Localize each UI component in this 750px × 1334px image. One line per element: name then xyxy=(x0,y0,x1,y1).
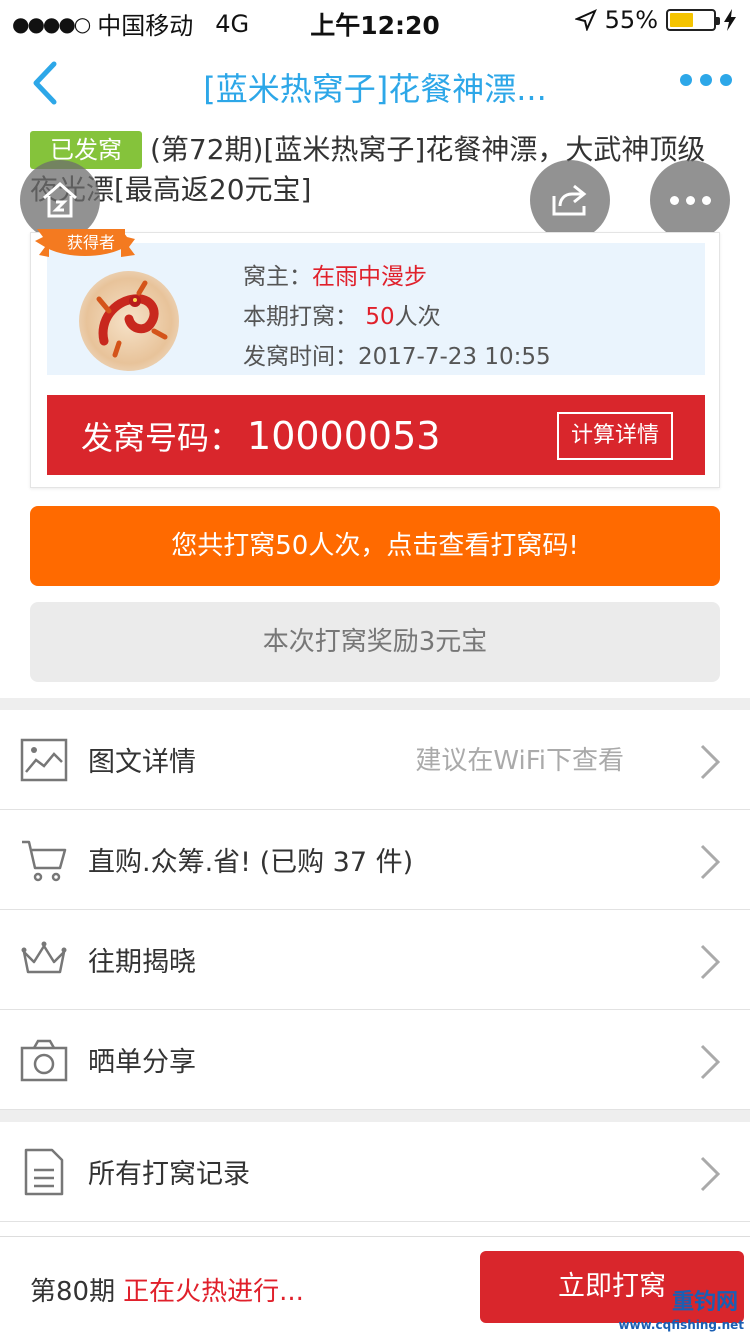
battery-level xyxy=(670,13,694,27)
camera-icon xyxy=(20,1039,68,1082)
period-info: 第80期 正在火热进行... xyxy=(30,1271,304,1308)
list-item-all-records[interactable]: 所有打窝记录 xyxy=(0,1122,750,1222)
count-row: 本期打窝： 50人次 xyxy=(243,297,551,337)
count-unit: 人次 xyxy=(394,304,441,330)
battery-percent: 55% xyxy=(604,6,658,34)
list-item-label: 图文详情 xyxy=(88,747,196,778)
chevron-right-icon xyxy=(700,844,721,880)
reward-button[interactable]: 本次打窝奖励3元宝 xyxy=(30,602,720,682)
code-label: 发窝号码： xyxy=(81,419,242,457)
owner-row: 窝主：在雨中漫步 xyxy=(243,257,551,297)
back-chevron-icon[interactable] xyxy=(24,58,68,108)
count-value: 50 xyxy=(365,304,395,330)
section-divider xyxy=(0,1110,750,1122)
list-item-label: 所有打窝记录 xyxy=(88,1159,250,1190)
ribbon-label: 获得者 xyxy=(66,233,115,252)
status-right: 55% xyxy=(574,6,736,34)
crown-icon xyxy=(21,941,67,974)
watermark-logo: 重钓网 xyxy=(671,1290,738,1315)
chevron-right-icon xyxy=(700,744,721,780)
cart-icon xyxy=(22,840,67,882)
chevron-right-icon xyxy=(700,944,721,980)
watermark-url: www.cqfishing.net xyxy=(618,1318,744,1332)
owner-label: 窝主： xyxy=(243,264,312,290)
status-bar: ●●●●○ 中国移动 4G 上午12:20 55% xyxy=(0,0,750,40)
time-row: 发窝时间：2017-7-23 10:55 xyxy=(243,337,551,377)
location-arrow-icon xyxy=(574,9,597,31)
count-label: 本期打窝： xyxy=(243,304,358,330)
time-value: 2017-7-23 10:55 xyxy=(358,344,551,370)
period-number: 第80期 xyxy=(30,1277,116,1307)
image-icon xyxy=(20,738,68,782)
winner-card: 窝主：在雨中漫步 本期打窝： 50人次 发窝时间：2017-7-23 10:55… xyxy=(30,229,720,488)
code-value: 10000053 xyxy=(247,414,441,458)
view-codes-button[interactable]: 您共打窝50人次，点击查看打窝码! xyxy=(30,506,720,586)
winning-code-bar: 发窝号码： 10000053 计算详情 xyxy=(47,395,705,475)
owner-name[interactable]: 在雨中漫步 xyxy=(312,264,427,290)
charging-bolt-icon xyxy=(724,9,736,31)
share-float-button[interactable] xyxy=(530,160,610,240)
document-icon xyxy=(24,1148,64,1196)
more-options-icon[interactable] xyxy=(680,74,732,86)
home-icon xyxy=(43,182,77,218)
winner-details: 窝主：在雨中漫步 本期打窝： 50人次 发窝时间：2017-7-23 10:55 xyxy=(243,257,551,377)
share-icon xyxy=(552,184,587,216)
chevron-right-icon xyxy=(700,1156,721,1192)
dragon-avatar-icon xyxy=(96,280,168,358)
chevron-right-icon xyxy=(700,1044,721,1080)
code-label-wrap: 发窝号码： 10000053 xyxy=(81,413,440,459)
page-title: [蓝米热窝子]花餐神漂... xyxy=(203,70,547,108)
list-item-hint: 建议在WiFi下查看 xyxy=(415,746,624,776)
period-status[interactable]: 正在火热进行... xyxy=(123,1277,304,1307)
battery-icon xyxy=(666,9,720,31)
bottom-bar: 第80期 正在火热进行... 立即打窝 重钓网 www.cqfishing.net xyxy=(0,1236,750,1334)
list-item-share[interactable]: 晒单分享 xyxy=(0,1010,750,1110)
ellipsis-icon xyxy=(669,195,711,205)
product-title-block: 已发窝 (第72期)[蓝米热窝子]花餐神漂，大武神顶级夜光漂[最高返20元宝] xyxy=(30,130,720,210)
home-float-button[interactable] xyxy=(20,160,100,240)
more-float-button[interactable] xyxy=(650,160,730,240)
nav-bar: [蓝米热窝子]花餐神漂... xyxy=(0,40,750,128)
list-item-label: 直购.众筹.省! (已购 37 件) xyxy=(88,847,414,878)
avatar[interactable] xyxy=(79,271,179,371)
list-item-label: 往期揭晓 xyxy=(88,947,196,978)
calc-details-button[interactable]: 计算详情 xyxy=(557,412,673,460)
time-label: 发窝时间： xyxy=(243,344,358,370)
list-item-past-results[interactable]: 往期揭晓 xyxy=(0,910,750,1010)
section-divider xyxy=(0,698,750,710)
list-item-details[interactable]: 图文详情 建议在WiFi下查看 xyxy=(0,710,750,810)
list-item-direct-buy[interactable]: 直购.众筹.省! (已购 37 件) xyxy=(0,810,750,910)
list-item-label: 晒单分享 xyxy=(88,1047,196,1078)
